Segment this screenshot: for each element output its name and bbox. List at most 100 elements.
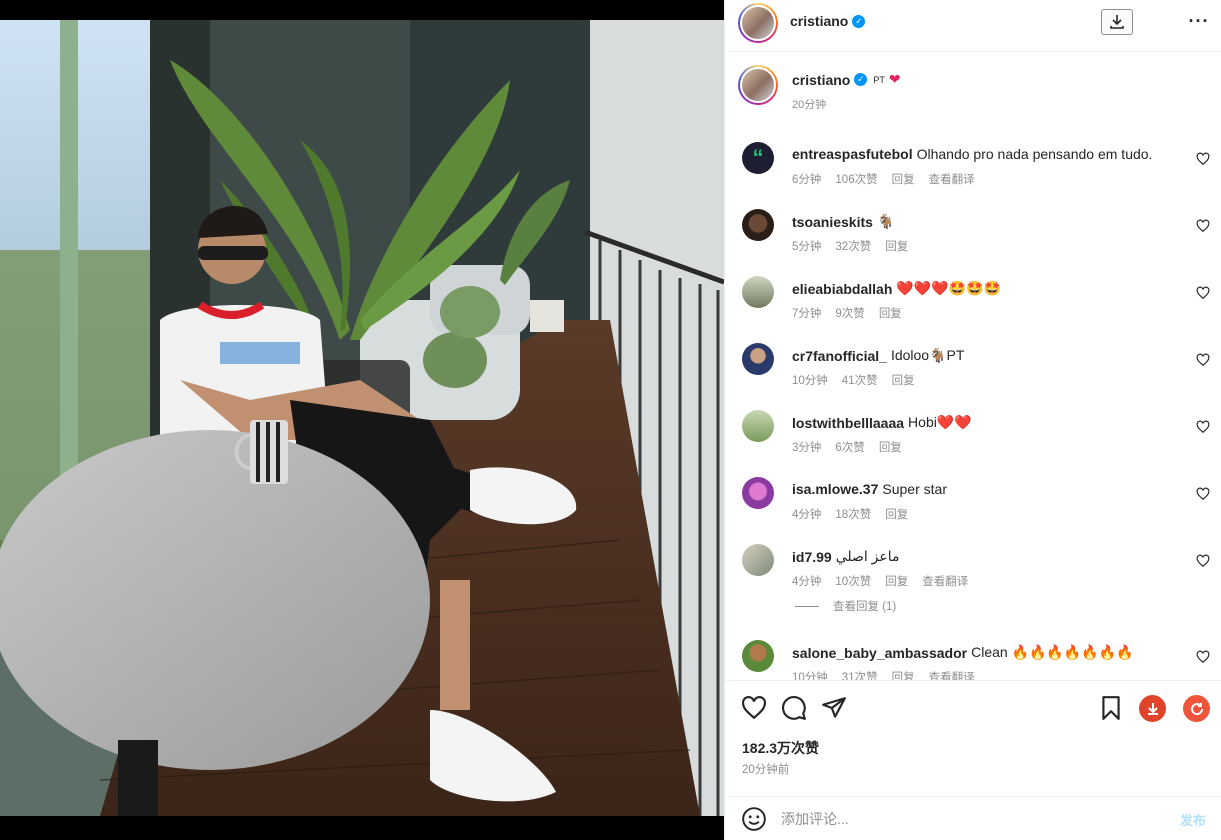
comment-avatar[interactable] bbox=[742, 209, 774, 241]
like-heart-icon[interactable] bbox=[1196, 286, 1210, 300]
comment-likes[interactable]: 106次赞 bbox=[835, 171, 877, 187]
view-replies-label[interactable]: 查看回复 (1) bbox=[833, 598, 896, 614]
post-comment-button[interactable]: 发布 bbox=[1180, 810, 1206, 829]
comment-avatar[interactable] bbox=[742, 544, 774, 576]
comment-likes[interactable]: 9次赞 bbox=[835, 305, 864, 321]
caption-username[interactable]: cristiano bbox=[792, 72, 850, 88]
comment-line: isa.mlowe.37 Super star bbox=[792, 481, 947, 497]
comment-username[interactable]: tsoanieskits bbox=[792, 214, 873, 230]
comment-avatar[interactable] bbox=[742, 410, 774, 442]
comment-text: 🐐 bbox=[876, 213, 895, 229]
comment-username[interactable]: isa.mlowe.37 bbox=[792, 481, 878, 497]
comment-item: lostwithbelllaaaa Hobi❤️❤️ 3分钟 6次赞 回复 bbox=[725, 400, 1221, 460]
comment-avatar[interactable] bbox=[742, 640, 774, 672]
like-icon[interactable] bbox=[741, 695, 767, 721]
comment-likes[interactable]: 32次赞 bbox=[835, 238, 871, 254]
comment-username[interactable]: lostwithbelllaaaa bbox=[792, 415, 904, 431]
share-icon[interactable] bbox=[821, 695, 847, 721]
comment-item: cr7fanofficial_ Idoloo🐐PT 10分钟 41次赞 回复 bbox=[725, 333, 1221, 393]
comment-time[interactable]: 3分钟 bbox=[792, 439, 821, 455]
comment-icon[interactable] bbox=[781, 695, 807, 721]
comment-likes[interactable]: 31次赞 bbox=[842, 669, 878, 680]
comment-text: Clean 🔥🔥🔥🔥🔥🔥🔥 bbox=[971, 644, 1134, 660]
comment-time[interactable]: 4分钟 bbox=[792, 573, 821, 589]
comment-text: ❤️❤️❤️🤩🤩🤩 bbox=[896, 280, 1001, 296]
like-heart-icon[interactable] bbox=[1196, 650, 1210, 664]
see-translation-button[interactable]: 查看翻译 bbox=[922, 573, 968, 589]
comment-avatar[interactable]: “ bbox=[742, 142, 774, 174]
like-heart-icon[interactable] bbox=[1196, 420, 1210, 434]
author-username-text[interactable]: cristiano bbox=[790, 13, 848, 29]
author-avatar[interactable] bbox=[738, 3, 778, 43]
like-heart-icon[interactable] bbox=[1196, 487, 1210, 501]
comment-meta: 10分钟 31次赞 回复 查看翻译 bbox=[792, 669, 975, 680]
comment-avatar[interactable] bbox=[742, 276, 774, 308]
emoji-icon[interactable] bbox=[741, 806, 767, 832]
caption-text: PT bbox=[873, 74, 885, 85]
post-photo[interactable] bbox=[0, 20, 724, 816]
comment-username[interactable]: salone_baby_ambassador bbox=[792, 645, 967, 661]
comment-text: ماعز اصلي bbox=[835, 548, 900, 564]
caption-time[interactable]: 20分钟 bbox=[792, 96, 826, 112]
like-heart-icon[interactable] bbox=[1196, 353, 1210, 367]
comment-meta: 4分钟 18次赞 回复 bbox=[792, 506, 908, 522]
likes-count[interactable]: 182.3万次赞 bbox=[742, 738, 819, 758]
reply-button[interactable]: 回复 bbox=[885, 238, 908, 254]
posted-time[interactable]: 20分钟前 bbox=[742, 761, 789, 777]
reply-button[interactable]: 回复 bbox=[892, 372, 915, 388]
reply-button[interactable]: 回复 bbox=[885, 573, 908, 589]
comment-line: salone_baby_ambassador Clean 🔥🔥🔥🔥🔥🔥🔥 bbox=[792, 644, 1134, 661]
comment-text: Olhando pro nada pensando em tudo. bbox=[916, 146, 1153, 162]
author-username[interactable]: cristiano ✓ bbox=[790, 13, 866, 29]
photo-pane bbox=[0, 0, 724, 840]
see-translation-button[interactable]: 查看翻译 bbox=[929, 171, 975, 187]
comment-likes[interactable]: 10次赞 bbox=[835, 573, 871, 589]
arrow-down-icon bbox=[1147, 702, 1158, 715]
comment-item: isa.mlowe.37 Super star 4分钟 18次赞 回复 bbox=[725, 467, 1221, 527]
caption-avatar[interactable] bbox=[738, 65, 778, 105]
save-bookmark-icon[interactable] bbox=[1098, 695, 1124, 721]
reply-button[interactable]: 回复 bbox=[879, 305, 902, 321]
comment-avatar[interactable] bbox=[742, 477, 774, 509]
caption: cristiano ✓ PT ❤ 20分钟 bbox=[725, 52, 1221, 122]
comment-item: “ entreaspasfutebol Olhando pro nada pen… bbox=[725, 132, 1221, 192]
like-heart-icon[interactable] bbox=[1196, 152, 1210, 166]
see-translation-button[interactable]: 查看翻译 bbox=[929, 669, 975, 680]
comment-time[interactable]: 10分钟 bbox=[792, 372, 828, 388]
comment-username[interactable]: id7.99 bbox=[792, 549, 832, 565]
comment-text: Super star bbox=[882, 481, 947, 497]
comment-likes[interactable]: 18次赞 bbox=[835, 506, 871, 522]
add-comment-bar: 发布 bbox=[725, 796, 1221, 840]
more-options-icon[interactable]: ··· bbox=[1187, 9, 1211, 33]
like-heart-icon[interactable] bbox=[1196, 219, 1210, 233]
comment-line: cr7fanofficial_ Idoloo🐐PT bbox=[792, 347, 964, 364]
comment-likes[interactable]: 41次赞 bbox=[842, 372, 878, 388]
comment-username[interactable]: entreaspasfutebol bbox=[792, 146, 913, 162]
comments-list[interactable]: “ entreaspasfutebol Olhando pro nada pen… bbox=[725, 122, 1221, 680]
download-button[interactable] bbox=[1101, 9, 1133, 35]
comment-time[interactable]: 6分钟 bbox=[792, 171, 821, 187]
add-comment-input[interactable] bbox=[781, 809, 1161, 829]
comment-time[interactable]: 10分钟 bbox=[792, 669, 828, 680]
refresh-icon[interactable] bbox=[1183, 695, 1210, 722]
download-circle-icon[interactable] bbox=[1139, 695, 1166, 722]
comment-username[interactable]: elieabiabdallah bbox=[792, 281, 892, 297]
comment-text: Idoloo🐐PT bbox=[890, 347, 965, 363]
view-replies-button[interactable]: 查看回复 (1) bbox=[795, 598, 896, 614]
reply-button[interactable]: 回复 bbox=[885, 506, 908, 522]
comment-time[interactable]: 5分钟 bbox=[792, 238, 821, 254]
comment-username[interactable]: cr7fanofficial_ bbox=[792, 348, 887, 364]
reply-button[interactable]: 回复 bbox=[892, 171, 915, 187]
comment-meta: 6分钟 106次赞 回复 查看翻译 bbox=[792, 171, 975, 187]
comment-likes[interactable]: 6次赞 bbox=[835, 439, 864, 455]
comment-avatar[interactable] bbox=[742, 343, 774, 375]
verified-badge-icon: ✓ bbox=[852, 14, 866, 28]
heart-emoji: ❤ bbox=[888, 71, 901, 87]
caption-line: cristiano ✓ PT ❤ bbox=[792, 71, 901, 88]
like-heart-icon[interactable] bbox=[1196, 554, 1210, 568]
comment-item: elieabiabdallah ❤️❤️❤️🤩🤩🤩 7分钟 9次赞 回复 bbox=[725, 266, 1221, 326]
comment-time[interactable]: 7分钟 bbox=[792, 305, 821, 321]
reply-button[interactable]: 回复 bbox=[879, 439, 902, 455]
reply-button[interactable]: 回复 bbox=[892, 669, 915, 680]
comment-time[interactable]: 4分钟 bbox=[792, 506, 821, 522]
